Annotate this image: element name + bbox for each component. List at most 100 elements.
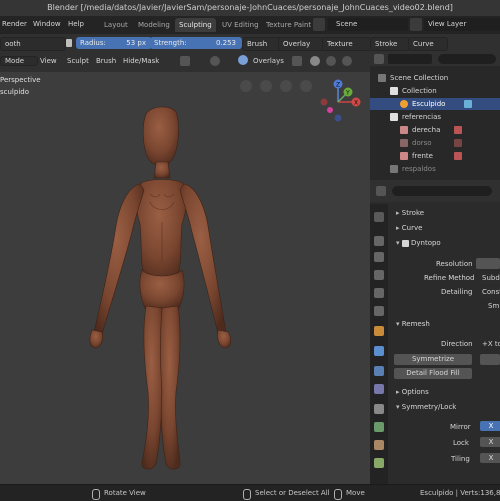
mirror-x-toggle[interactable]: X (480, 421, 500, 431)
scene-icon[interactable] (313, 18, 325, 31)
resolution-field[interactable] (476, 258, 500, 269)
output-tab-icon[interactable] (374, 252, 384, 262)
refine-method-label: Refine Method (424, 274, 475, 282)
camera-view-icon[interactable] (240, 80, 252, 92)
radius-slider[interactable]: Radius: 53 px (76, 37, 152, 49)
lock-x-toggle[interactable]: X (480, 437, 500, 447)
symmetry-lock-section-header[interactable]: ▾ Symmetry/Lock (396, 403, 456, 411)
texture-tab-icon[interactable] (374, 458, 384, 468)
sculpted-figure[interactable] (80, 102, 240, 482)
modifier-tab-icon[interactable] (374, 346, 384, 356)
tab-texture-paint[interactable]: Texture Paint (262, 18, 315, 32)
xray-toggle-icon[interactable] (292, 56, 302, 66)
menu-brush[interactable]: Brush (96, 57, 116, 65)
gizmo-z-label: Z (336, 82, 340, 89)
remesh-section-header[interactable]: ▾ Remesh (396, 320, 430, 328)
menu-sculpt[interactable]: Sculpt (67, 57, 89, 65)
pan-view-icon[interactable] (280, 80, 292, 92)
tab-uv-editing[interactable]: UV Editing (218, 18, 263, 32)
mouse-right-icon (334, 489, 342, 500)
window-title: Blender [/media/datos/Javier/JavierSam/p… (0, 0, 500, 16)
world-tab-icon[interactable] (374, 306, 384, 316)
properties-search-input[interactable] (392, 186, 492, 196)
outliner-row-collection[interactable]: Collection (370, 85, 500, 97)
section-label: Dyntopo (410, 239, 441, 247)
3d-viewport[interactable]: Perspective sculpido Z X Y (0, 72, 370, 484)
detailing-dropdown[interactable]: Const (480, 287, 500, 298)
refine-method-dropdown[interactable]: Subdi (480, 273, 500, 284)
scene-tab-icon[interactable] (374, 288, 384, 298)
status-middle-hint: Select or Deselect All (255, 489, 330, 497)
view-layer-tab-icon[interactable] (374, 270, 384, 280)
outliner-search-input[interactable] (438, 54, 496, 64)
mode-selector[interactable]: Mode (0, 56, 38, 66)
gizmo-pink-dot[interactable] (327, 107, 333, 113)
navigation-gizmo[interactable]: Z X Y (316, 76, 366, 126)
outliner-type-icon[interactable] (374, 54, 384, 64)
overlays-icon[interactable] (238, 55, 248, 65)
outliner-filter-icon[interactable] (388, 54, 432, 64)
options-section-header[interactable]: ▸ Options (396, 388, 429, 396)
gizmo-x-label: X (354, 100, 358, 107)
gizmo-neg-z[interactable] (334, 114, 342, 122)
curve-section-header[interactable]: ▸ Curve (396, 224, 422, 232)
detail-flood-fill-button[interactable]: Detail Flood Fill (394, 368, 472, 379)
gizmo-neg-x[interactable] (320, 98, 328, 106)
menu-hide-mask[interactable]: Hide/Mask (123, 57, 159, 65)
collection-icon (378, 74, 386, 82)
outliner-row-derecha[interactable]: derecha (370, 124, 500, 136)
symmetrize-extra-button[interactable] (480, 354, 500, 365)
render-tab-icon[interactable] (374, 236, 384, 246)
mirror-toggle-icon[interactable] (180, 56, 190, 66)
curve-menu[interactable]: Curve (408, 37, 448, 51)
mesh-object-icon (400, 100, 408, 108)
outliner-row-referencias[interactable]: referencias (370, 111, 500, 123)
object-tab-icon[interactable] (374, 326, 384, 336)
constraints-tab-icon[interactable] (374, 404, 384, 414)
data-tab-icon[interactable] (374, 422, 384, 432)
properties-type-icon[interactable] (376, 186, 386, 196)
material-tab-icon[interactable] (374, 440, 384, 450)
tab-modeling[interactable]: Modeling (134, 18, 174, 32)
zoom-view-icon[interactable] (300, 80, 312, 92)
radius-label: Radius: (80, 39, 106, 47)
tab-sculpting[interactable]: Sculpting (175, 18, 216, 32)
tiling-x-toggle[interactable]: X (480, 453, 500, 463)
mouse-middle-icon (92, 489, 100, 500)
toggle-perspective-icon[interactable] (260, 80, 272, 92)
properties-header (370, 180, 500, 202)
stroke-section-header[interactable]: ▸ Stroke (396, 209, 424, 217)
particles-tab-icon[interactable] (374, 366, 384, 376)
outliner-row-dorso[interactable]: dorso (370, 137, 500, 149)
view-layer-selector[interactable]: View Layer (424, 18, 500, 31)
overlays-button[interactable]: Overlays (253, 57, 284, 65)
symmetrize-button[interactable]: Symmetrize (394, 354, 472, 365)
brush-selector[interactable]: ooth (0, 37, 66, 51)
menu-help[interactable]: Help (68, 20, 84, 28)
outliner-row-scene-collection[interactable]: Scene Collection (370, 72, 500, 84)
view-layer-icon[interactable] (410, 18, 422, 31)
shading-material-icon[interactable] (326, 56, 336, 66)
tab-layout[interactable]: Layout (100, 18, 132, 32)
strength-slider[interactable]: Strength: 0.253 (150, 37, 242, 49)
dyntopo-section-header[interactable]: ▾ Dyntopo (396, 239, 441, 247)
scene-selector[interactable]: Scene (328, 18, 408, 31)
stroke-menu[interactable]: Stroke (370, 37, 410, 51)
physics-tab-icon[interactable] (374, 384, 384, 394)
direction-value[interactable]: +X to (482, 340, 500, 348)
outliner-row-frente[interactable]: frente (370, 150, 500, 162)
menu-view[interactable]: View (40, 57, 57, 65)
view-name-label: Perspective (0, 76, 41, 84)
outliner-row-esculpido[interactable]: Esculpido (370, 98, 500, 110)
radius-unit-icon[interactable] (66, 39, 72, 47)
menu-window[interactable]: Window (33, 20, 61, 28)
shading-solid-icon[interactable] (310, 56, 320, 66)
tool-tab-icon[interactable] (374, 212, 384, 222)
view-object-types-icon[interactable] (210, 56, 220, 66)
texture-menu[interactable]: Texture (322, 37, 372, 51)
menu-render[interactable]: Render (2, 20, 27, 28)
overlay-menu[interactable]: Overlay (278, 37, 324, 51)
shading-rendered-icon[interactable] (342, 56, 352, 66)
outliner-row-respaldos[interactable]: respaldos (370, 163, 500, 175)
dyntopo-checkbox[interactable] (401, 239, 409, 247)
